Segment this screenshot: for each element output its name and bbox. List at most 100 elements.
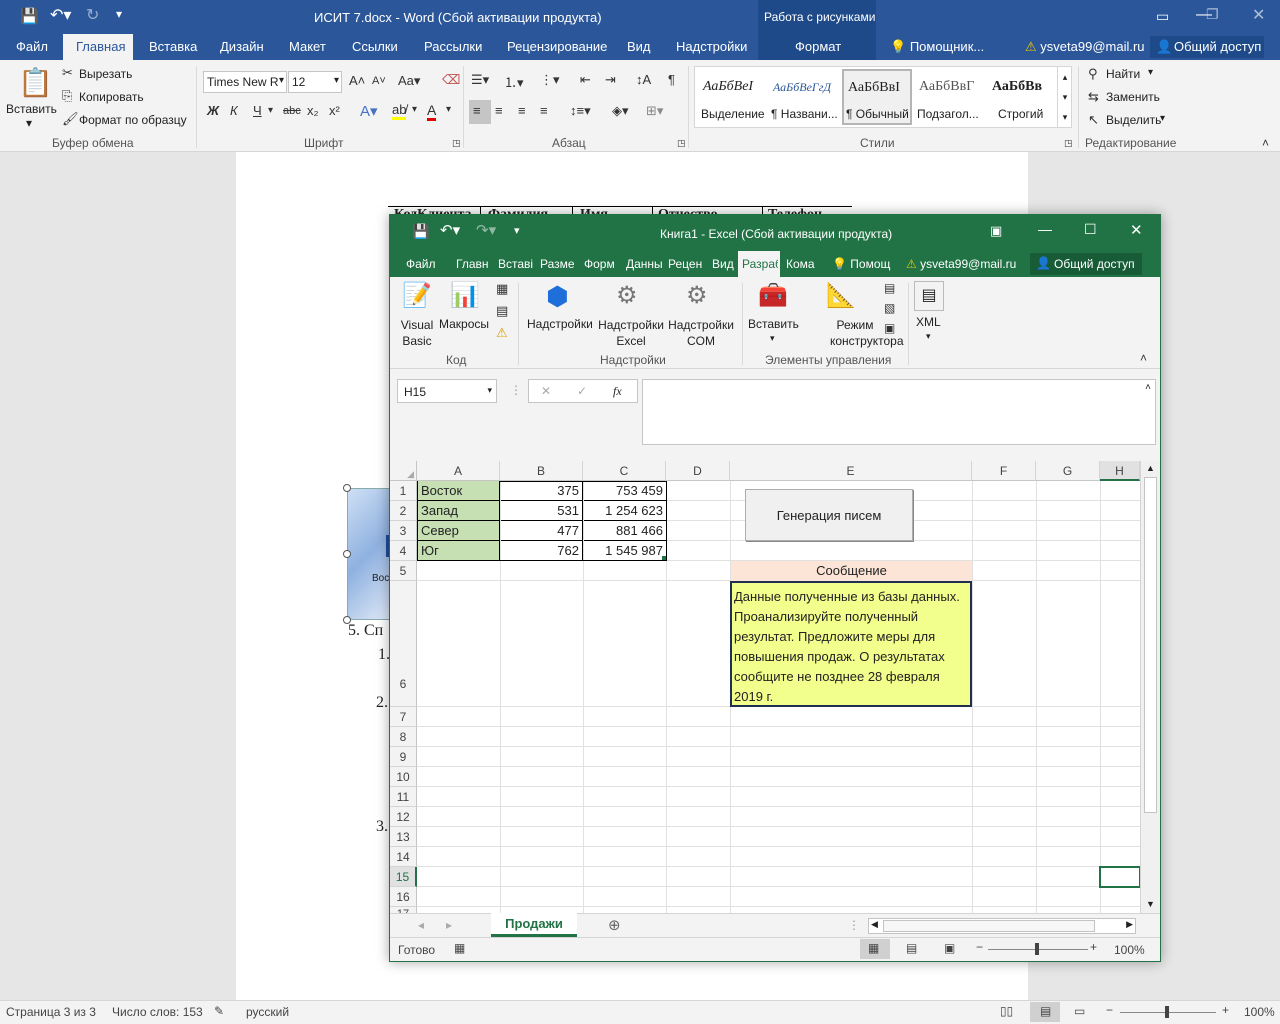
row-header[interactable]: 9 xyxy=(390,747,417,767)
numbering-icon[interactable]: ⒈▾ xyxy=(504,72,524,91)
paste-icon[interactable]: 📋 xyxy=(18,66,53,99)
dialog-launcher-icon[interactable]: ◳ xyxy=(1064,138,1073,149)
scroll-right-icon[interactable]: ▶ xyxy=(1126,919,1133,930)
macro-record-icon[interactable]: ▦ xyxy=(454,941,465,955)
message-header[interactable]: Сообщение xyxy=(731,561,972,581)
row-header[interactable]: 2 xyxy=(390,501,417,521)
design-mode-icon[interactable]: 📐 xyxy=(826,281,856,310)
selected-picture[interactable]: Вос xyxy=(347,488,394,620)
styles-scroll[interactable]: ▴ ▾ ▾ xyxy=(1057,67,1072,127)
borders-icon[interactable]: ⊞▾ xyxy=(646,103,663,119)
next-sheet-icon[interactable]: ▸ xyxy=(446,918,452,932)
scroll-up-icon[interactable]: ▲ xyxy=(1146,463,1155,473)
pilcrow-icon[interactable]: ¶ xyxy=(668,72,675,87)
tab-format[interactable]: Формат xyxy=(795,39,841,54)
style-emphasis[interactable]: АаБбВеI Выделение xyxy=(697,69,769,125)
sort-icon[interactable]: ↕A xyxy=(636,72,651,87)
italic-button[interactable]: К xyxy=(230,103,238,118)
visual-basic-icon[interactable]: 📝 xyxy=(402,281,432,310)
replace-button[interactable]: Заменить xyxy=(1106,90,1160,104)
tab-split-grip-icon[interactable]: ⋮ xyxy=(848,918,860,932)
xml-button[interactable]: XML xyxy=(916,315,941,329)
normal-view-icon[interactable]: ▦ xyxy=(868,941,879,955)
addins-icon[interactable]: ⬢ xyxy=(546,281,569,312)
design-mode-button[interactable]: Режим конструктора xyxy=(830,317,904,349)
column-header[interactable]: D xyxy=(666,461,730,481)
style-normal[interactable]: АаБбВвI ¶ Обычный xyxy=(842,69,912,125)
worksheet-grid[interactable]: ◢ A B C D E F G H 1 2 3 4 5 6 7 8 9 10 1… xyxy=(390,461,1160,913)
multilevel-list-icon[interactable]: ⋮▾ xyxy=(540,72,560,88)
page-layout-icon[interactable]: ▤ xyxy=(906,941,917,955)
text-effects-icon[interactable]: A▾ xyxy=(360,102,378,120)
tab-insert[interactable]: Вставка xyxy=(149,39,197,54)
language[interactable]: русский xyxy=(246,1005,289,1019)
tab-layout[interactable]: Макет xyxy=(289,39,326,54)
macros-icon[interactable]: 📊 xyxy=(450,281,480,310)
zoom-thumb[interactable] xyxy=(1165,1006,1169,1018)
undo-icon[interactable]: ↶▾ xyxy=(440,221,460,239)
view-code-icon[interactable]: ▧ xyxy=(884,301,895,315)
close-icon[interactable]: ✕ xyxy=(1252,5,1265,25)
tab-mailings[interactable]: Рассылки xyxy=(424,39,482,54)
zoom-out-icon[interactable]: − xyxy=(976,940,983,954)
zoom-level[interactable]: 100% xyxy=(1244,1005,1275,1019)
highlight-icon[interactable]: ab̸ xyxy=(392,102,407,120)
copy-button[interactable]: Копировать xyxy=(79,90,144,104)
qat-customize-icon[interactable]: ▾ xyxy=(116,7,122,21)
xml-icon[interactable]: ▤ xyxy=(914,281,944,311)
account[interactable]: ⚠ ysveta99@mail.ru xyxy=(1025,39,1145,55)
bold-button[interactable]: Ж xyxy=(207,103,219,118)
bullets-icon[interactable]: ☰▾ xyxy=(471,72,489,88)
row-header[interactable]: 3 xyxy=(390,521,417,541)
format-painter-button[interactable]: Формат по образцу xyxy=(79,113,187,127)
collapse-ribbon-icon[interactable]: ˄ xyxy=(1140,351,1147,365)
tab-page-layout[interactable]: Разме xyxy=(540,257,575,271)
tab-home[interactable]: Главн xyxy=(456,257,489,271)
save-icon[interactable]: 💾 xyxy=(20,7,39,25)
table-cell[interactable]: 531 xyxy=(501,501,583,521)
font-size-select[interactable]: 12 ▾ xyxy=(288,71,342,93)
table-cell[interactable]: Юг xyxy=(418,541,500,560)
table-cell[interactable]: 477 xyxy=(501,521,583,541)
vertical-scrollbar[interactable]: ▲ ▼ xyxy=(1140,461,1160,913)
toolbox-icon[interactable]: 🧰 xyxy=(758,281,788,310)
grow-font-icon[interactable]: A˄ xyxy=(349,73,365,88)
subscript-button[interactable]: x₂ xyxy=(307,103,319,118)
row-header[interactable]: 6 xyxy=(390,581,417,707)
chevron-down-icon[interactable]: ▾ xyxy=(770,333,775,344)
column-header[interactable]: F xyxy=(972,461,1036,481)
tab-design[interactable]: Дизайн xyxy=(220,39,264,54)
clear-format-icon[interactable]: ⌫ xyxy=(442,72,460,88)
tab-review[interactable]: Рецензирование xyxy=(507,39,607,54)
macros-button[interactable]: Макросы xyxy=(439,317,489,331)
column-header[interactable]: A xyxy=(417,461,500,481)
com-addins-icon[interactable]: ⚙ xyxy=(686,281,708,310)
excel-addins-icon[interactable]: ⚙ xyxy=(616,281,638,310)
fill-handle[interactable] xyxy=(662,556,666,560)
row-header[interactable]: 12 xyxy=(390,807,417,827)
style-subtitle[interactable]: АаБбВвГ Подзагол... xyxy=(915,69,989,125)
font-color-icon[interactable]: A xyxy=(427,102,437,121)
row-header[interactable]: 14 xyxy=(390,847,417,867)
name-box[interactable]: H15 ▾ xyxy=(397,379,497,403)
redo-icon[interactable]: ↻ xyxy=(86,5,99,25)
tell-me[interactable]: 💡 Помощник... xyxy=(890,39,984,55)
maximize-icon[interactable]: ☐ xyxy=(1084,221,1097,238)
insert-function-button[interactable]: fx xyxy=(613,384,622,399)
ribbon-display-icon[interactable]: ▭ xyxy=(1156,8,1169,25)
generate-letters-button[interactable]: Генерация писем xyxy=(745,489,913,541)
page-break-icon[interactable]: ▣ xyxy=(944,941,955,955)
table-cell[interactable]: Восток xyxy=(418,481,500,501)
chevron-down-icon[interactable]: ▾ xyxy=(1148,67,1153,78)
column-header[interactable]: E xyxy=(730,461,972,481)
row-header[interactable]: 5 xyxy=(390,561,417,581)
message-cell[interactable]: Данные полученные из базы данных. Проана… xyxy=(730,581,972,707)
tab-view[interactable]: Вид xyxy=(712,257,734,271)
tab-team[interactable]: Кома xyxy=(786,257,815,271)
chevron-down-icon[interactable]: ▾ xyxy=(926,331,931,342)
scrollbar-thumb[interactable] xyxy=(1144,477,1157,813)
word-count[interactable]: Число слов: 153 xyxy=(112,1005,203,1019)
paste-dropdown-icon[interactable]: ▾ xyxy=(26,116,32,130)
relative-ref-icon[interactable]: ▤ xyxy=(496,303,508,319)
row-header[interactable]: 1 xyxy=(390,481,417,501)
